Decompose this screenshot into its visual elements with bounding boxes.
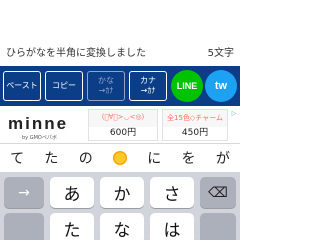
kana-label-bottom: →ｶﾅ [98, 86, 114, 95]
key-ta[interactable]: た [50, 213, 94, 240]
ad-product-card[interactable]: 全15色◇チャーム 450円 [162, 109, 228, 141]
ad-banner[interactable]: minne by GMOペパボ (ﾟ∀ﾟ>◡<◎) 600円 全15色◇チャーム… [0, 106, 240, 144]
kana-label-top: かな [98, 76, 114, 85]
suggestion-item[interactable]: が [216, 148, 230, 168]
suggestion-item[interactable]: を [182, 148, 196, 168]
kana2-label-top: カナ [140, 76, 156, 85]
space-key[interactable] [200, 213, 236, 240]
backspace-key[interactable]: ⌫ [200, 177, 236, 208]
toolbar: ペースト コピー かな →ｶﾅ カナ →ｶﾅ LINE tw [0, 66, 240, 106]
line-label: LINE [176, 81, 198, 91]
ad-choices-icon[interactable]: ▷ [230, 110, 238, 118]
ad-product-card[interactable]: (ﾟ∀ﾟ>◡<◎) 600円 [88, 109, 158, 141]
paste-button[interactable]: ペースト [3, 71, 41, 101]
key-sa[interactable]: さ [150, 177, 194, 208]
ad-product-title: (ﾟ∀ﾟ>◡<◎) [101, 113, 145, 121]
undo-key[interactable] [4, 213, 44, 240]
suggestion-item[interactable]: の [79, 148, 93, 168]
paste-label: ペースト [6, 81, 38, 90]
key-na[interactable]: な [100, 213, 144, 240]
suggestion-item[interactable]: て [10, 148, 24, 168]
suggestion-item[interactable]: に [147, 148, 161, 168]
minne-logo: minne [8, 114, 69, 133]
key-ha[interactable]: は [150, 213, 194, 240]
ad-product-title: 全15色◇チャーム [166, 114, 223, 122]
minne-sublabel: by GMOペパボ [22, 135, 57, 141]
convert-katakana-button[interactable]: カナ →ｶﾅ [129, 71, 167, 101]
line-share-button[interactable]: LINE [171, 70, 203, 102]
ad-product-price: 450円 [163, 127, 227, 140]
sun-emoji-icon[interactable] [112, 151, 127, 165]
twitter-share-button[interactable]: tw [205, 70, 237, 102]
kana2-label-bottom: →ｶﾅ [140, 86, 156, 95]
keyboard: → あ か さ ⌫ た な は [0, 172, 240, 240]
ad-product-price: 600円 [89, 127, 157, 140]
suggestion-item[interactable]: た [44, 148, 58, 168]
twitter-label: tw [214, 80, 228, 92]
suggestion-bar: て た の に を が [0, 144, 240, 172]
convert-to-halfwidth-kana-button[interactable]: かな →ｶﾅ [87, 71, 125, 101]
result-strip: ひらがなを半角に変換しました 5文字 [0, 0, 240, 66]
key-a[interactable]: あ [50, 177, 94, 208]
key-ka[interactable]: か [100, 177, 144, 208]
copy-label: コピー [52, 81, 76, 90]
arrow-right-key[interactable]: → [4, 177, 44, 208]
result-message: ひらがなを半角に変換しました [6, 48, 146, 59]
copy-button[interactable]: コピー [45, 71, 83, 101]
char-count: 5文字 [207, 48, 234, 59]
